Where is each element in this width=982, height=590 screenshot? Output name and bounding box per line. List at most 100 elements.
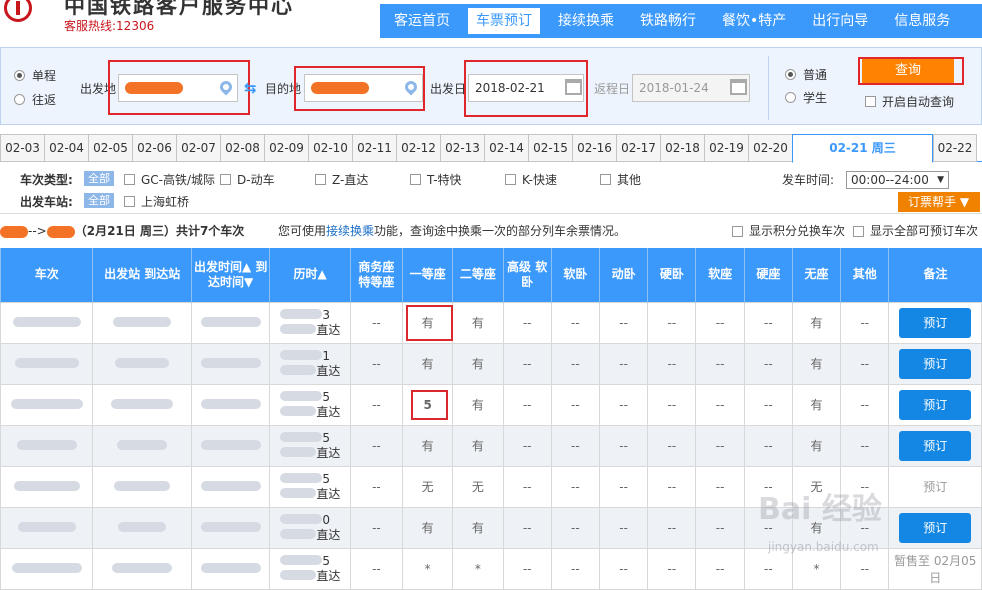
ticket-student-label: 学生 (803, 91, 828, 105)
main-nav: 客运首页 车票预订 接续换乘 铁路畅行 餐饮•特产 出行向导 信息服务 (380, 4, 982, 38)
book-button[interactable]: 预订 (899, 389, 972, 420)
date-tab[interactable]: 02-09 (264, 134, 308, 162)
seat-cell: -- (695, 506, 745, 549)
date-tab[interactable]: 02-20 (748, 134, 792, 162)
date-tab[interactable]: 02-17 (616, 134, 660, 162)
station-cell (92, 465, 192, 508)
train-number-cell[interactable] (0, 342, 94, 385)
booking-helper-button[interactable]: 订票帮手 ▼ (898, 192, 980, 212)
column-header: 备注 (888, 248, 982, 302)
checkbox-icon (410, 174, 421, 185)
depart-time-select[interactable]: 00:00--24:00 (846, 171, 949, 189)
date-tab[interactable]: 02-22 (933, 134, 977, 162)
nav-rail-pass[interactable]: 铁路畅行 (632, 8, 704, 34)
nav-travel-guide[interactable]: 出行向导 (804, 8, 876, 34)
book-button[interactable]: 预订 (899, 430, 972, 461)
book-button[interactable]: 预订 (899, 512, 972, 543)
date-tab[interactable]: 02-03 (0, 134, 44, 162)
nav-info-service[interactable]: 信息服务 (886, 8, 958, 34)
seat-cell: -- (550, 424, 601, 467)
train-number-cell[interactable] (0, 506, 94, 549)
train-table: 车次 出发站 到达站 出发时间▲ 到达时间▼ 历时▲ 商务座 特等座 一等座 二等座 高级 软… (0, 248, 982, 590)
type-z-checkbox[interactable]: Z-直达 (315, 171, 368, 188)
auto-query-label: 开启自动查询 (882, 95, 955, 109)
date-tab[interactable]: 02-05 (88, 134, 132, 162)
swap-stations-icon[interactable]: ⇆ (244, 79, 257, 97)
seat-cell: -- (647, 342, 697, 385)
calendar-icon[interactable] (730, 79, 747, 95)
trip-round-label: 往返 (32, 93, 57, 107)
column-header: 商务座 特等座 (349, 248, 403, 302)
nav-food[interactable]: 餐饮•特产 (714, 8, 794, 34)
date-tab[interactable]: 02-07 (176, 134, 220, 162)
seat-cell: 有 (791, 424, 842, 467)
date-tab[interactable]: 02-08 (220, 134, 264, 162)
checkbox-icon (124, 174, 135, 185)
seat-cell: -- (743, 301, 793, 344)
trip-oneway-label: 单程 (32, 69, 57, 83)
redacted-duration (280, 513, 323, 524)
redacted-stations (117, 439, 168, 450)
seat-cell: -- (647, 424, 697, 467)
seat-cell: -- (502, 301, 552, 344)
column-header[interactable]: 历时▲ (269, 248, 351, 302)
trip-round-radio[interactable]: 往返 (14, 91, 56, 108)
type-k-checkbox[interactable]: K-快速 (505, 171, 557, 188)
date-tab[interactable]: 02-04 (44, 134, 88, 162)
trip-oneway-radio[interactable]: 单程 (14, 67, 56, 84)
train-number-cell[interactable] (0, 465, 94, 508)
nav-ticket-booking[interactable]: 车票预订 (468, 8, 540, 34)
date-tab[interactable]: 02-16 (572, 134, 616, 162)
action-cell: 预订 (888, 506, 982, 549)
auto-query-checkbox[interactable]: 开启自动查询 (865, 93, 954, 110)
column-header: 硬卧 (647, 248, 696, 302)
type-d-checkbox[interactable]: D-动车 (220, 171, 275, 188)
column-header[interactable]: 出发时间▲ 到达时间▼ (190, 248, 270, 302)
date-tab-selected[interactable]: 02-21 周三 (792, 134, 933, 163)
train-type-all-tag[interactable]: 全部 (84, 171, 114, 186)
train-number-cell[interactable] (0, 383, 94, 426)
seat-cell: -- (695, 547, 745, 590)
type-other-checkbox[interactable]: 其他 (600, 171, 641, 188)
date-tab[interactable]: 02-12 (396, 134, 440, 162)
date-tabs: 02-03 02-04 02-05 02-06 02-07 02-08 02-0… (0, 134, 982, 163)
station-filter-label: 出发车站: (20, 195, 73, 209)
ticket-adult-radio[interactable]: 普通 (785, 66, 827, 83)
date-tab[interactable]: 02-18 (660, 134, 704, 162)
train-number-cell[interactable] (0, 424, 94, 467)
show-points-checkbox[interactable]: 显示积分兑换车次 (732, 220, 845, 242)
ticket-student-radio[interactable]: 学生 (785, 89, 827, 106)
highlight-date (464, 60, 588, 117)
station-all-tag[interactable]: 全部 (84, 193, 114, 208)
station-checkbox[interactable]: 上海虹桥 (124, 193, 189, 210)
date-tab[interactable]: 02-14 (484, 134, 528, 162)
book-button[interactable]: 预订 (899, 348, 972, 379)
redacted-duration (280, 554, 323, 565)
nav-transfer[interactable]: 接续换乘 (550, 8, 622, 34)
transfer-link[interactable]: 接续换乘 (326, 224, 374, 238)
station-cell (92, 383, 192, 426)
nav-home[interactable]: 客运首页 (386, 8, 458, 34)
column-header: 软卧 (550, 248, 600, 302)
date-tab[interactable]: 02-19 (704, 134, 748, 162)
station-cell (92, 342, 192, 385)
redacted-duration (280, 431, 323, 442)
highlight-from (108, 60, 250, 115)
duration-suffix: 5 (322, 471, 330, 486)
type-t-checkbox[interactable]: T-特快 (410, 171, 462, 188)
train-number-cell[interactable] (0, 301, 94, 344)
seat-cell: -- (598, 424, 649, 467)
date-tab[interactable]: 02-15 (528, 134, 572, 162)
date-tab[interactable]: 02-06 (132, 134, 176, 162)
train-number-cell[interactable] (0, 547, 94, 590)
station-cell (92, 547, 192, 590)
book-button[interactable]: 预订 (899, 307, 972, 338)
seat-cell: 无 (452, 465, 504, 508)
seat-cell: -- (349, 383, 404, 426)
date-tab[interactable]: 02-11 (352, 134, 396, 162)
duration-cell: 1 直达 (269, 342, 351, 385)
date-tab[interactable]: 02-10 (308, 134, 352, 162)
type-gc-checkbox[interactable]: GC-高铁/城际 (124, 171, 215, 188)
date-tab[interactable]: 02-13 (440, 134, 484, 162)
show-all-checkbox[interactable]: 显示全部可预订车次 (853, 220, 978, 242)
